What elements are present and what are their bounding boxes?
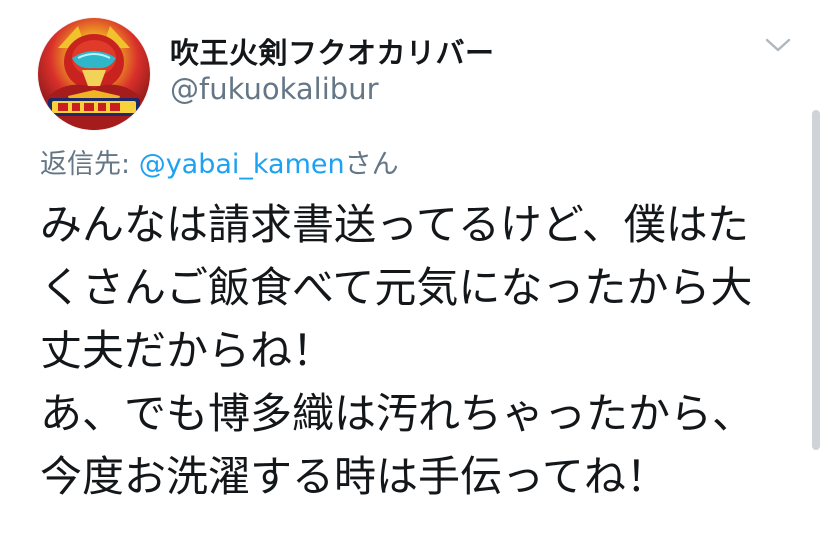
user-handle[interactable]: @fukuokalibur xyxy=(170,72,379,106)
chevron-down-icon[interactable] xyxy=(764,36,792,54)
tweet-text-line: 今度お洗濯する時は手伝ってね！ xyxy=(40,452,668,501)
tweet-card: 吹王火剣フクオカリバー @fukuokalibur 返信先: @yabai_ka… xyxy=(0,0,828,536)
scrollbar[interactable] xyxy=(812,110,820,450)
tweet-text-line: 丈夫だからね！ xyxy=(40,326,335,375)
reply-context: 返信先: @yabai_kamenさん xyxy=(40,142,399,181)
tweet-text-line: みんなは請求書送ってるけど、僕はた xyxy=(40,200,749,249)
display-name[interactable]: 吹王火剣フクオカリバー xyxy=(170,30,495,72)
reply-mention-link[interactable]: @yabai_kamen xyxy=(139,149,345,180)
reply-prefix: 返信先: xyxy=(40,149,139,180)
tweet-text: みんなは請求書送ってるけど、僕はた くさんご飯食べて元気になったから大 丈夫だか… xyxy=(40,193,800,508)
tweet-text-line: くさんご飯食べて元気になったから大 xyxy=(40,263,753,312)
profile-avatar[interactable] xyxy=(38,18,150,130)
tweet-text-line: あ、でも博多織は汚れちゃったから、 xyxy=(40,389,755,438)
reply-suffix: さん xyxy=(344,149,399,180)
hero-mask-avatar-graphic xyxy=(46,26,142,130)
